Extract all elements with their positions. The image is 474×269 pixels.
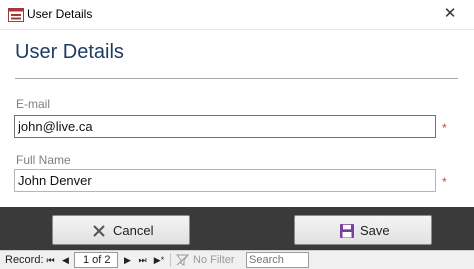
title-bar: User Details ✕ bbox=[0, 0, 474, 30]
no-filter-label: No Filter bbox=[193, 254, 235, 266]
full-name-field[interactable] bbox=[14, 169, 436, 192]
full-name-label: Full Name bbox=[16, 153, 71, 167]
email-label: E-mail bbox=[16, 97, 51, 111]
current-record-field[interactable]: 1 of 2 bbox=[74, 252, 118, 268]
search-input[interactable] bbox=[246, 252, 309, 268]
cancel-button[interactable]: Cancel bbox=[52, 215, 190, 245]
no-filter-button[interactable]: No Filter bbox=[176, 253, 240, 268]
email-required-mark: * bbox=[442, 121, 447, 135]
last-record-icon[interactable]: ⏭ bbox=[137, 254, 148, 266]
filter-icon bbox=[176, 254, 189, 266]
save-button[interactable]: Save bbox=[294, 215, 432, 245]
nav-separator bbox=[170, 253, 171, 267]
email-field[interactable] bbox=[14, 115, 436, 138]
cancel-button-label: Cancel bbox=[113, 223, 154, 238]
close-icon[interactable]: ✕ bbox=[438, 3, 462, 25]
first-record-icon[interactable]: ⏮ bbox=[45, 254, 56, 266]
new-record-icon[interactable]: ▶* bbox=[152, 254, 166, 266]
save-button-label: Save bbox=[360, 223, 390, 238]
form-icon bbox=[8, 8, 24, 22]
record-navigation-bar: Record: ⏮ ◀ 1 of 2 ▶ ⏭ ▶* No Filter bbox=[0, 250, 474, 269]
close-x-icon bbox=[93, 225, 105, 237]
full-name-required-mark: * bbox=[442, 175, 447, 189]
next-record-icon[interactable]: ▶ bbox=[122, 254, 133, 266]
window-title: User Details bbox=[27, 7, 93, 21]
previous-record-icon[interactable]: ◀ bbox=[60, 254, 71, 266]
floppy-disk-icon bbox=[340, 224, 354, 238]
page-title: User Details bbox=[15, 41, 124, 63]
heading-divider bbox=[15, 78, 458, 79]
record-label: Record: bbox=[5, 254, 44, 266]
